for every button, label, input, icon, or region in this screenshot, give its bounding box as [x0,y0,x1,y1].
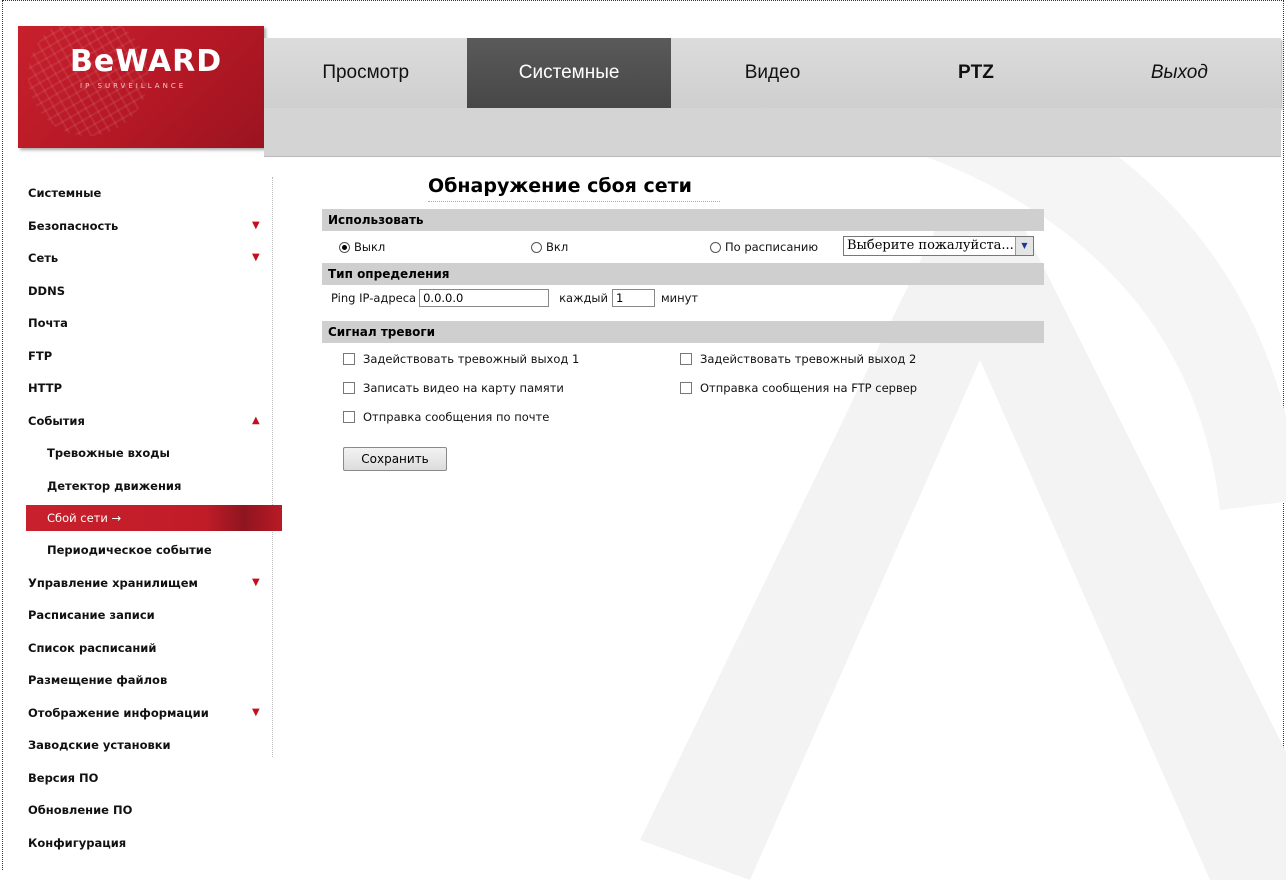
sidebar-item-motion-detector[interactable]: Детектор движения [28,470,273,503]
sidebar-item-storage[interactable]: Управление хранилищем ▼ [28,567,273,600]
send-ftp-checkbox[interactable] [680,382,692,394]
sidebar-item-label: Конфигурация [28,835,127,850]
sidebar-item-ftp[interactable]: FTP [28,340,273,373]
alarm-out2-option[interactable]: Задействовать тревожный выход 2 [680,352,916,366]
alarm-out1-label: Задействовать тревожный выход 1 [363,352,580,366]
radio-off-option[interactable]: Выкл [339,240,385,254]
send-mail-checkbox[interactable] [343,411,355,423]
alarm-out1-option[interactable]: Задействовать тревожный выход 1 [343,352,579,366]
radio-schedule-option[interactable]: По расписанию [710,240,818,254]
expand-down-icon: ▼ [252,576,260,588]
sidebar-item-label: Системные [28,186,102,200]
sidebar-item-alarm-inputs[interactable]: Тревожные входы [28,437,273,470]
sidebar-item-firmware-update[interactable]: Обновление ПО [28,794,273,827]
record-sd-checkbox[interactable] [343,382,355,394]
tab-ptz[interactable]: PTZ [874,38,1078,108]
sidebar-item-label: Сеть [28,251,59,265]
sidebar-item-http[interactable]: HTTP [28,372,273,405]
globe-graphic [28,26,148,136]
sidebar-item-network[interactable]: Сеть ▼ [28,242,273,275]
expand-down-icon: ▼ [252,252,260,263]
sidebar-item-label: Сбой сети → [47,511,122,525]
brand-logo[interactable]: BeWARD IP SURVEILLANCE [18,26,264,148]
sidebar-item-label: Почта [28,316,68,330]
send-ftp-label: Отправка сообщения на FTP сервер [700,381,918,395]
sidebar-item-security[interactable]: Безопасность ▼ [28,210,273,243]
radio-schedule[interactable] [710,241,721,253]
sidebar-item-label: Отображение информации [28,705,209,720]
sidebar-item-events[interactable]: События ▲ [28,405,273,438]
send-ftp-option[interactable]: Отправка сообщения на FTP сервер [680,381,917,395]
sidebar-item-schedule-list[interactable]: Список расписаний [28,632,273,665]
sidebar-item-network-failure[interactable]: Сбой сети → [26,505,282,531]
record-sd-label: Записать видео на карту памяти [363,381,564,395]
sidebar-item-record-schedule[interactable]: Расписание записи [28,599,273,632]
alarm-out1-checkbox[interactable] [343,353,355,365]
send-mail-label: Отправка сообщения по почте [363,410,550,424]
title-underline [428,201,720,202]
interval-input[interactable] [611,289,655,307]
collapse-up-icon: ▲ [252,414,260,426]
sidebar-item-ddns[interactable]: DDNS [28,275,273,308]
alarm-out2-checkbox[interactable] [680,353,692,365]
sidebar-item-factory-defaults[interactable]: Заводские установки [28,729,273,762]
sidebar-item-label: Размещение файлов [28,673,168,687]
dropdown-arrow-icon[interactable]: ▼ [1015,237,1033,255]
logo-subtitle: IP SURVEILLANCE [80,82,187,90]
sidebar-item-label: DDNS [28,283,65,298]
radio-on-option[interactable]: Вкл [531,240,568,254]
sidebar-item-label: Список расписаний [28,640,157,655]
sidebar-item-label: Обновление ПО [28,803,133,817]
section-header-use: Использовать [322,209,1044,231]
sidebar-item-file-location[interactable]: Размещение файлов [28,664,273,697]
expand-down-icon: ▼ [252,219,260,231]
ping-row: Ping IP-адреса каждый минут [331,289,698,307]
ping-label: Ping IP-адреса [331,291,417,305]
save-button[interactable]: Сохранить [343,447,447,471]
sidebar-item-firmware-version[interactable]: Версия ПО [28,762,273,795]
sidebar-item-mail[interactable]: Почта [28,307,273,340]
logo-text: BeWARD [70,44,223,79]
radio-on[interactable] [531,241,542,253]
expand-down-icon: ▼ [252,706,260,718]
tab-system[interactable]: Системные [467,38,671,108]
radio-off[interactable] [339,241,350,253]
radio-schedule-label: По расписанию [725,240,819,254]
sidebar-item-label: Тревожные входы [47,446,170,460]
schedule-select[interactable]: Выберите пожалуйста... ▼ [843,236,1034,256]
sidebar-item-configuration[interactable]: Конфигурация [28,827,273,860]
sidebar-item-label: Расписание записи [28,608,155,622]
sidebar-item-label: Версия ПО [28,770,99,785]
tab-logout[interactable]: Выход [1077,38,1282,108]
sidebar-item-label: События [28,413,85,428]
ip-address-input[interactable] [419,289,550,307]
radio-on-label: Вкл [546,240,569,254]
sidebar-item-periodic-event[interactable]: Периодическое событие [28,534,273,567]
schedule-select-value: Выберите пожалуйста... [847,238,1014,253]
send-mail-option[interactable]: Отправка сообщения по почте [343,410,549,424]
section-header-detection-type: Тип определения [322,263,1044,285]
sidebar-item-label: Заводские установки [28,738,171,752]
sidebar-item-system[interactable]: Системные [28,177,273,210]
sidebar-item-label: HTTP [28,381,63,395]
sidebar-item-label: Детектор движения [47,478,182,493]
minutes-label: минут [660,291,699,305]
record-sd-option[interactable]: Записать видео на карту памяти [343,381,564,395]
every-label: каждый [559,291,608,305]
sidebar-item-display-info[interactable]: Отображение информации ▼ [28,697,273,730]
alarm-out2-label: Задействовать тревожный выход 2 [700,352,917,366]
sub-navigation-bar [264,108,1281,157]
tab-view[interactable]: Просмотр [264,38,468,108]
radio-off-label: Выкл [354,240,386,254]
sidebar-item-label: FTP [28,348,53,363]
sidebar-item-label: Управление хранилищем [28,575,198,590]
sidebar-item-label: Безопасность [28,218,119,233]
sidebar-item-label: Периодическое событие [47,543,212,557]
tab-video[interactable]: Видео [670,38,875,108]
top-navigation: Просмотр Системные Видео PTZ Выход [264,38,1282,108]
section-header-alarm-signal: Сигнал тревоги [322,321,1044,343]
sidebar: Системные Безопасность ▼ Сеть ▼ DDNS Почта… [26,177,282,860]
page-title: Обнаружение сбоя сети [428,175,692,197]
